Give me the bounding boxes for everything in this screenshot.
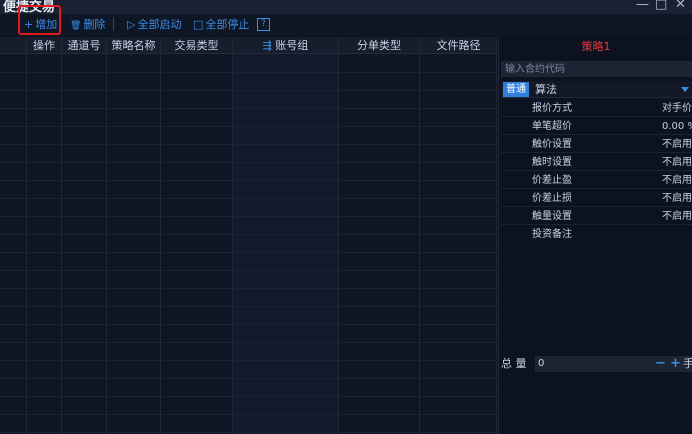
- chevron-down-icon[interactable]: [681, 87, 689, 92]
- toolbar-separator: [113, 17, 114, 31]
- table-row: [0, 144, 497, 145]
- minimize-icon[interactable]: —: [636, 0, 649, 12]
- column-header-file-path[interactable]: 文件路径: [420, 37, 497, 54]
- param-label: 报价方式: [532, 103, 572, 114]
- column-header-account-group-label: 账号组: [275, 39, 309, 52]
- column-header-strategy-name[interactable]: 策略名称: [107, 37, 160, 54]
- param-label: 投资备注: [532, 229, 572, 240]
- param-row-spread-take-profit[interactable]: 价差止盈 不启用: [501, 172, 692, 189]
- quantity-input[interactable]: 0: [535, 356, 692, 372]
- column-header-action[interactable]: 操作: [27, 37, 61, 54]
- param-row-quote-method[interactable]: 报价方式 对手价: [501, 100, 692, 117]
- param-value[interactable]: 不启用: [662, 154, 692, 171]
- strategy-table: 操作 通道号 策略名称 交易类型 ⇶ 账号组 分单类型 文件路径: [0, 37, 497, 434]
- table-row: [0, 360, 497, 361]
- param-value[interactable]: 0.00 %: [662, 118, 692, 135]
- account-group-column-highlight: [233, 37, 338, 434]
- order-mode-selector[interactable]: 普通 算法: [501, 81, 692, 98]
- param-value[interactable]: 不启用: [662, 136, 692, 153]
- account-group-icon: ⇶: [262, 39, 272, 52]
- plus-icon[interactable]: +: [670, 355, 681, 373]
- column-header-channel[interactable]: 通道号: [62, 37, 106, 54]
- table-row: [0, 216, 497, 217]
- total-quantity-row: 总 量 0 − + 手: [501, 355, 692, 373]
- param-value[interactable]: 不启用: [662, 208, 692, 225]
- param-row-trigger-price[interactable]: 触价设置 不启用: [501, 136, 692, 153]
- trash-icon: 🗑: [70, 21, 82, 31]
- title-bar: 便捷交易 — □ ✕: [0, 0, 692, 15]
- param-row-spread-stop-loss[interactable]: 价差止损 不启用: [501, 190, 692, 207]
- quantity-label: 总 量: [501, 357, 527, 370]
- stop-all-button[interactable]: □ 全部停止: [193, 14, 249, 36]
- table-row: [0, 126, 497, 127]
- param-label: 价差止盈: [532, 175, 572, 186]
- delete-button[interactable]: 🗑 删除: [70, 14, 105, 36]
- param-row-investment-note[interactable]: 投资备注: [501, 226, 692, 243]
- table-row: [0, 108, 497, 109]
- table-row: [0, 252, 497, 253]
- maximize-icon[interactable]: □: [655, 0, 667, 12]
- column-divider: [106, 37, 107, 434]
- param-row-single-overprice[interactable]: 单笔超价 0.00 %: [501, 118, 692, 135]
- table-row: [0, 270, 497, 271]
- param-row-trigger-volume[interactable]: 触量设置 不启用: [501, 208, 692, 225]
- param-row-trigger-time[interactable]: 触时设置 不启用: [501, 154, 692, 171]
- start-all-button-label: 全部启动: [137, 18, 182, 31]
- column-divider: [232, 37, 233, 434]
- table-row: [0, 432, 497, 433]
- delete-button-label: 删除: [83, 18, 106, 31]
- strategy-title: 策略1: [581, 40, 611, 53]
- mode-normal-tab[interactable]: 普通: [503, 82, 529, 97]
- param-value[interactable]: 不启用: [662, 172, 692, 189]
- strategy-panel: 策略1 普通 算法 报价方式 对手价 单笔超价 0.00 % 触价设置 不启用 …: [498, 37, 692, 434]
- table-row: [0, 72, 497, 73]
- quantity-unit: 手: [683, 357, 692, 370]
- help-button[interactable]: ?: [257, 18, 270, 31]
- table-row: [0, 288, 497, 289]
- column-divider: [26, 37, 27, 434]
- toolbar: + 增加 🗑 删除 ▷ 全部启动 □ 全部停止: [0, 14, 692, 36]
- table-row: [0, 306, 497, 307]
- column-divider: [419, 37, 420, 434]
- column-header-account-group[interactable]: ⇶ 账号组: [233, 37, 338, 54]
- add-button-highlight: [18, 5, 61, 35]
- column-divider: [61, 37, 62, 434]
- table-row: [0, 342, 497, 343]
- contract-code-input[interactable]: [501, 61, 692, 77]
- table-header: 操作 通道号 策略名称 交易类型 ⇶ 账号组 分单类型 文件路径: [0, 37, 497, 54]
- table-row: [0, 198, 497, 199]
- table-row: [0, 378, 497, 379]
- play-icon: ▷: [127, 18, 136, 31]
- minus-icon[interactable]: −: [655, 355, 666, 373]
- table-row: [0, 324, 497, 325]
- column-divider: [496, 37, 497, 434]
- param-value[interactable]: 不启用: [662, 190, 692, 207]
- column-divider: [160, 37, 161, 434]
- param-label: 触价设置: [532, 139, 572, 150]
- start-all-button[interactable]: ▷ 全部启动: [127, 14, 181, 36]
- table-row: [0, 234, 497, 235]
- mode-algo-tab[interactable]: 算法: [535, 81, 557, 98]
- param-label: 触时设置: [532, 157, 572, 168]
- table-row: [0, 162, 497, 163]
- column-header-trade-type[interactable]: 交易类型: [161, 37, 232, 54]
- param-label: 触量设置: [532, 211, 572, 222]
- param-label: 单笔超价: [532, 121, 572, 132]
- stop-all-button-label: 全部停止: [205, 18, 250, 31]
- column-divider: [338, 37, 339, 434]
- param-label: 价差止损: [532, 193, 572, 204]
- table-row: [0, 396, 497, 397]
- stop-icon: □: [193, 18, 204, 31]
- table-row: [0, 90, 497, 91]
- column-header-split-type[interactable]: 分单类型: [339, 37, 419, 54]
- close-icon[interactable]: ✕: [675, 0, 686, 12]
- param-value[interactable]: 对手价: [662, 100, 692, 117]
- table-row: [0, 180, 497, 181]
- table-row: [0, 414, 497, 415]
